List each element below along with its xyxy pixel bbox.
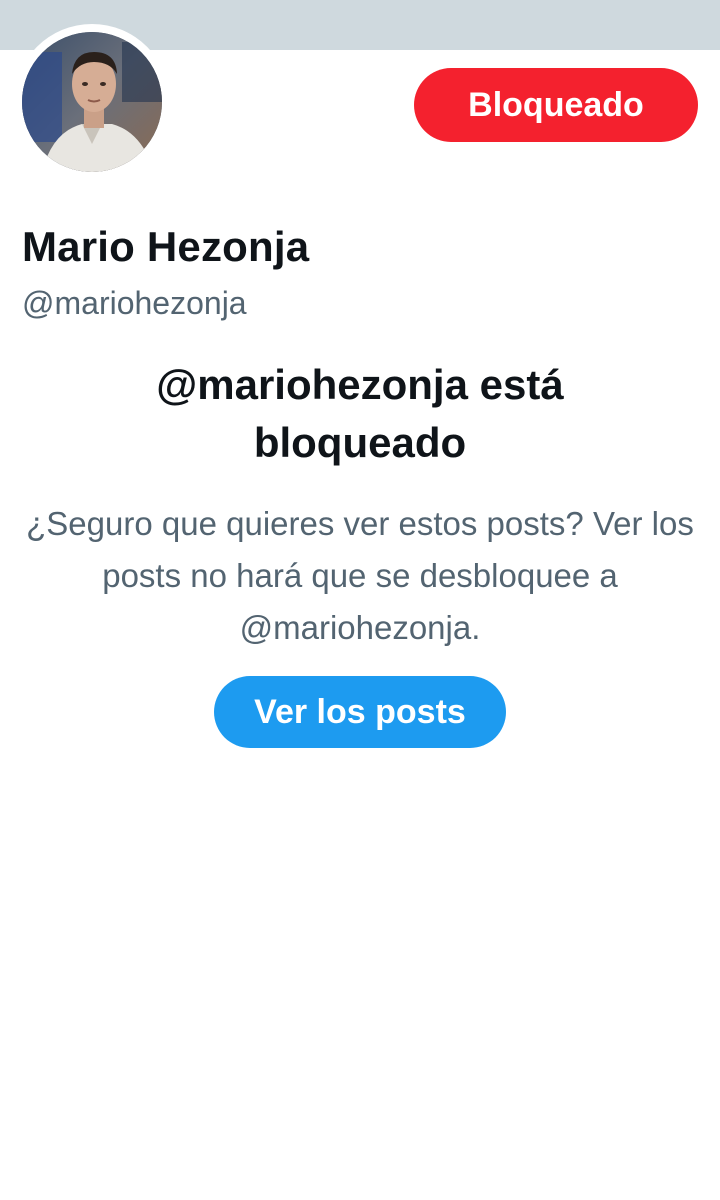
user-handle: @mariohezonja — [22, 285, 247, 321]
blocked-message: ¿Seguro que quieres ver estos posts? Ver… — [26, 505, 694, 646]
avatar[interactable] — [22, 32, 162, 172]
blocked-headline: @mariohezonja está bloqueado — [156, 361, 564, 466]
display-name: Mario Hezonja — [22, 223, 310, 270]
view-posts-button[interactable]: Ver los posts — [214, 676, 506, 748]
blocked-button[interactable]: Bloqueado — [414, 68, 698, 142]
avatar-photo — [22, 32, 162, 172]
